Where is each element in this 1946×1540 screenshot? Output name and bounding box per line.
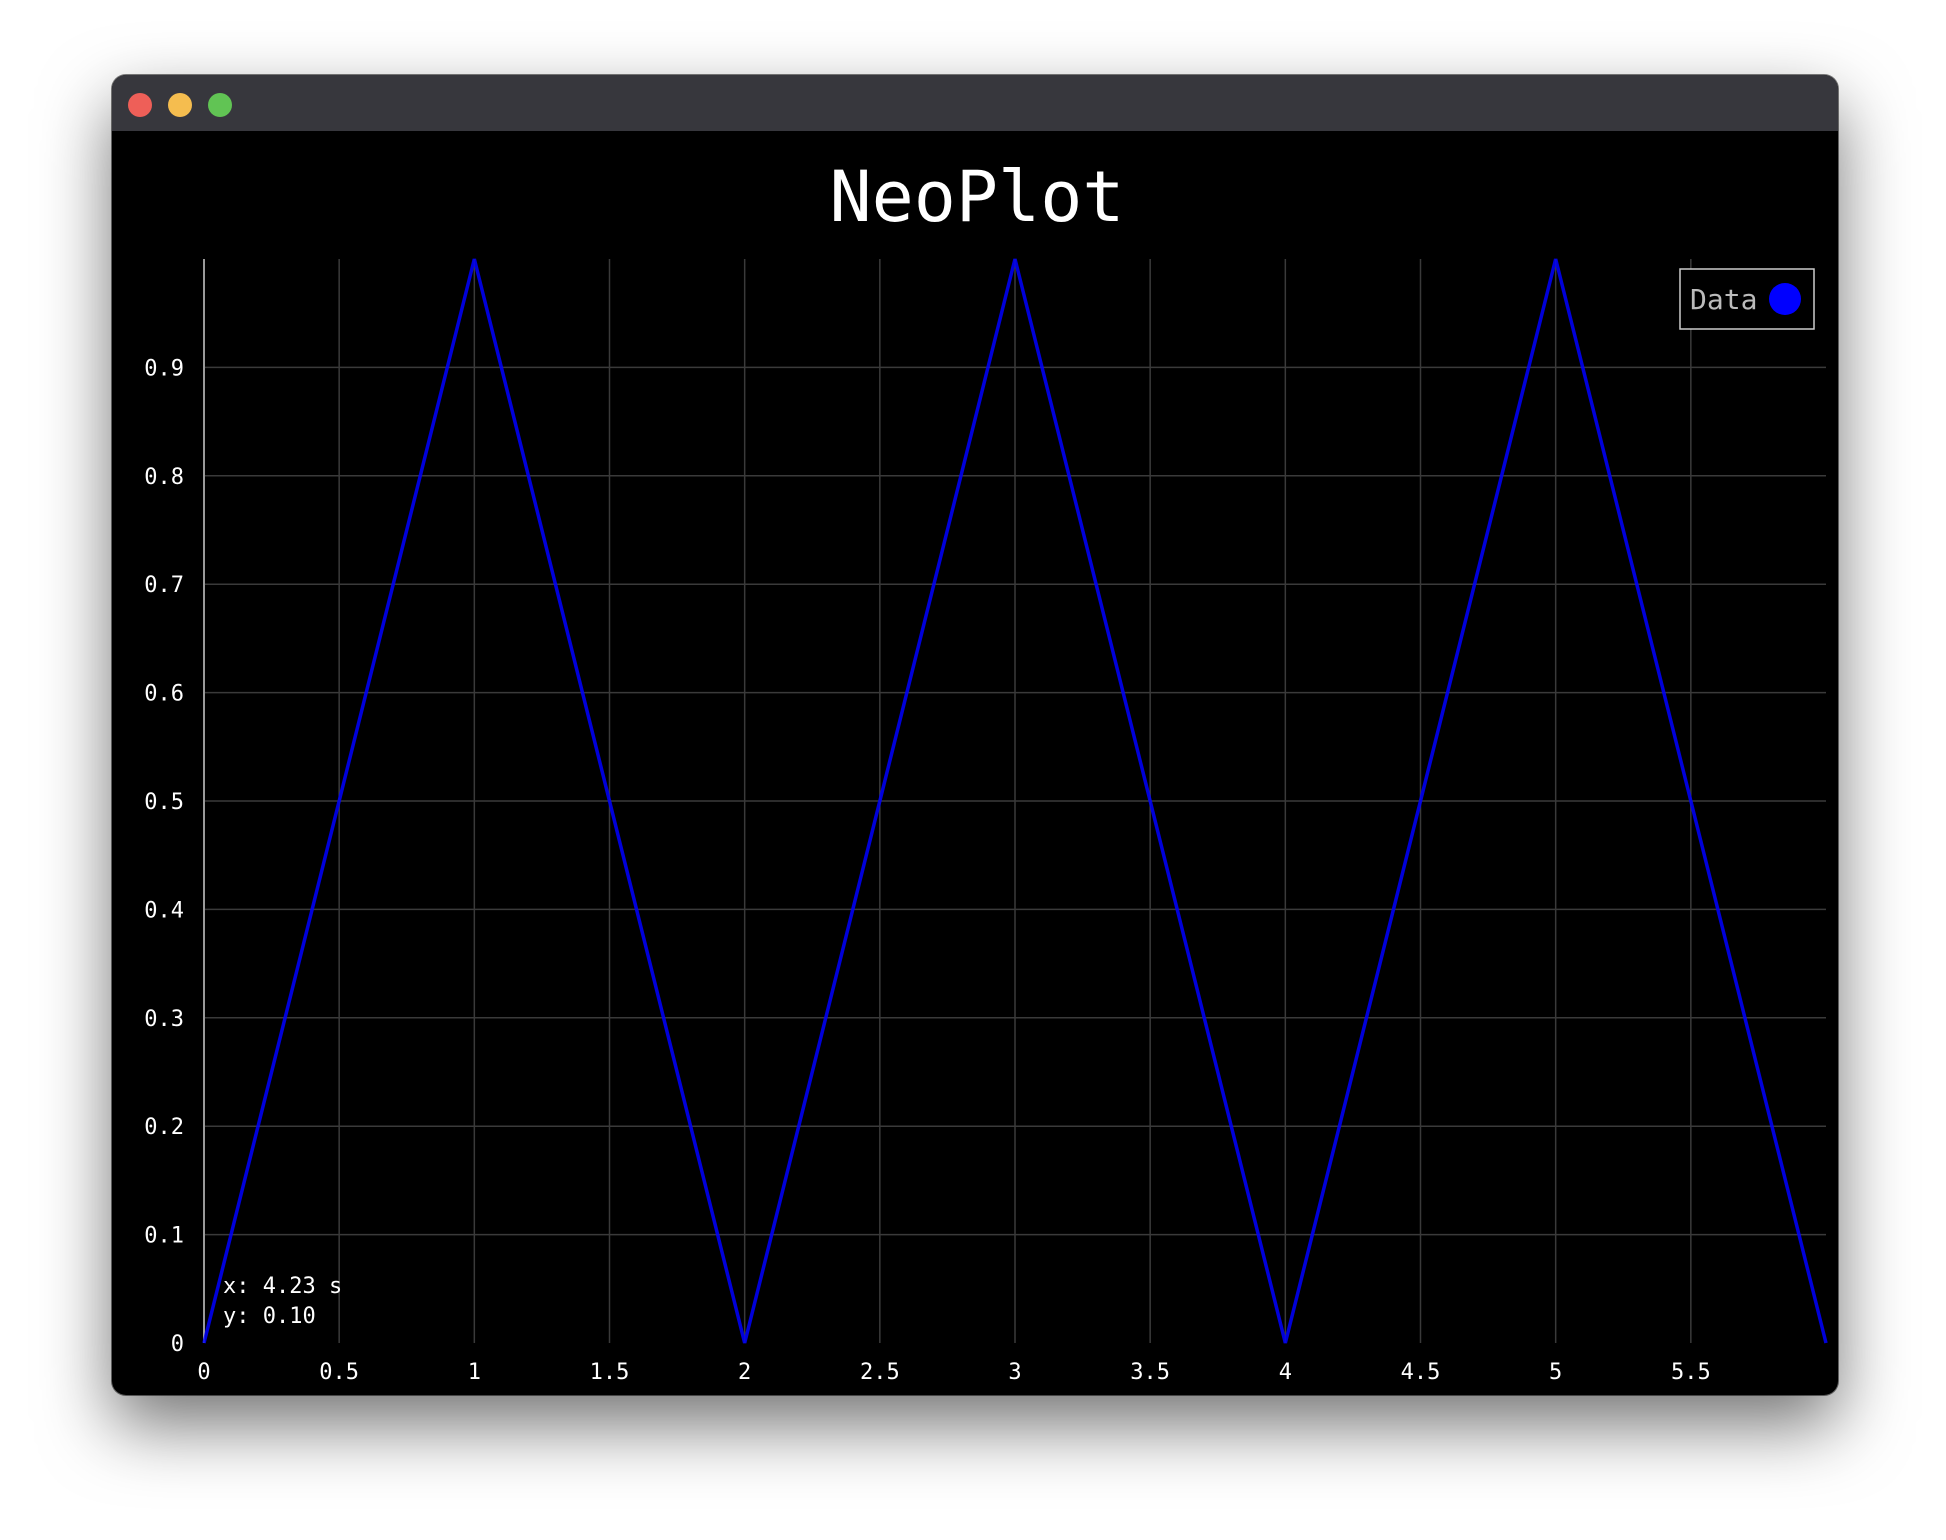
chart-title: NeoPlot [829, 156, 1124, 238]
y-tick-label: 0.5 [144, 790, 184, 815]
legend-swatch [1769, 283, 1801, 315]
y-tick-label: 0.3 [144, 1007, 184, 1032]
y-tick-label: 0.7 [144, 573, 184, 598]
y-tick-label: 0.8 [144, 465, 184, 490]
y-tick-label: 0 [171, 1332, 184, 1357]
x-tick-label: 5.5 [1671, 1360, 1711, 1385]
x-tick-label: 0.5 [319, 1360, 359, 1385]
y-tick-label: 0.2 [144, 1115, 184, 1140]
x-tick-label: 4 [1279, 1360, 1292, 1385]
x-tick-label: 2.5 [860, 1360, 900, 1385]
cursor-readout-x: x: 4.23 s [223, 1274, 342, 1299]
x-tick-label: 3.5 [1130, 1360, 1170, 1385]
plot-window: NeoPlot 0 0.5 1 1.5 2 2.5 3 3.5 4 4.5 5 5.5 0 0.1 0.2 0… [112, 75, 1838, 1395]
legend: Data [1679, 268, 1815, 330]
close-window-button[interactable] [128, 93, 152, 117]
maximize-window-button[interactable] [208, 93, 232, 117]
minimize-window-button[interactable] [168, 93, 192, 117]
x-tick-label: 2 [738, 1360, 751, 1385]
y-tick-label: 0.1 [144, 1224, 184, 1249]
cursor-readout-y: y: 0.10 [223, 1304, 316, 1329]
cursor-readout: x: 4.23 s y: 0.10 [223, 1274, 342, 1329]
y-tick-label: 0.9 [144, 356, 184, 381]
x-tick-label: 4.5 [1401, 1360, 1441, 1385]
plot-canvas[interactable]: NeoPlot 0 0.5 1 1.5 2 2.5 3 3.5 4 4.5 5 5.500.10.20… [112, 131, 1838, 1395]
y-tick-label: 0.6 [144, 682, 184, 707]
x-tick-label: 5 [1549, 1360, 1562, 1385]
x-tick-label: 1.5 [590, 1360, 630, 1385]
legend-label: Data [1690, 283, 1757, 316]
y-tick-label: 0.4 [144, 898, 184, 923]
x-tick-label: 3 [1008, 1360, 1021, 1385]
grid-lines [204, 259, 1826, 1343]
x-tick-label: 1 [468, 1360, 481, 1385]
x-tick-label: 0 [197, 1360, 210, 1385]
window-titlebar[interactable] [112, 75, 1838, 131]
tick-labels: 0 0.5 1 1.5 2 2.5 3 3.5 4 4.5 5 5.5 0 0.1 0.2 0.3 0.4 0.5… [144, 356, 1710, 1385]
